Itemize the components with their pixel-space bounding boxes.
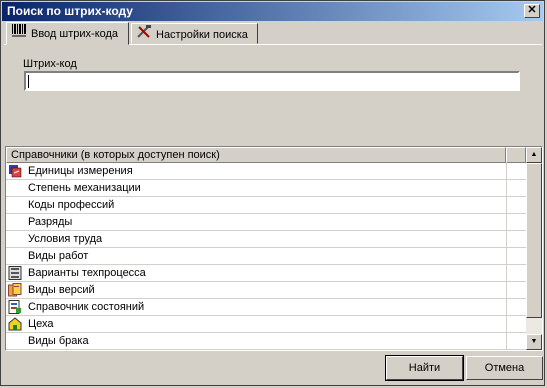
column-separator bbox=[506, 248, 507, 265]
tools-icon bbox=[136, 24, 152, 46]
list-item-label: Степень механизации bbox=[28, 182, 141, 194]
column-separator bbox=[506, 265, 507, 282]
list-item-label: Коды профессий bbox=[28, 199, 115, 211]
column-separator bbox=[506, 316, 507, 333]
column-separator bbox=[506, 282, 507, 299]
column-separator bbox=[506, 299, 507, 316]
list-item[interactable]: Справочник состояний bbox=[6, 299, 526, 316]
list-item-label: Виды работ bbox=[28, 250, 89, 262]
column-separator bbox=[506, 197, 507, 214]
title-bar: Поиск по штрих-коду ✕ bbox=[2, 2, 543, 21]
tab-barcode-entry-label: Ввод штрих-кода bbox=[31, 27, 119, 40]
barcode-icon bbox=[11, 23, 27, 45]
list-item-label: Варианты техпроцесса bbox=[28, 267, 146, 279]
list-item[interactable]: Варианты техпроцесса bbox=[6, 265, 526, 282]
tab-barcode-entry[interactable]: Ввод штрих-кода bbox=[6, 22, 129, 45]
workshop-icon bbox=[8, 317, 22, 331]
window-title: Поиск по штрих-коду bbox=[7, 4, 133, 18]
scroll-up-button[interactable]: ▲ bbox=[526, 147, 542, 163]
search-by-barcode-dialog: Поиск по штрих-коду ✕ Ввод штрих-кода На… bbox=[0, 0, 545, 386]
scroll-thumb[interactable] bbox=[526, 163, 542, 318]
list-item-label: Условия труда bbox=[28, 233, 103, 245]
column-separator bbox=[506, 333, 507, 350]
tab-panel bbox=[4, 44, 542, 141]
versions-icon bbox=[8, 283, 22, 297]
column-separator bbox=[506, 163, 507, 180]
list-item[interactable]: Единицы измерения bbox=[6, 163, 526, 180]
list-item[interactable]: Виды версий bbox=[6, 282, 526, 299]
cancel-button[interactable]: Отмена bbox=[466, 356, 543, 380]
text-caret bbox=[28, 75, 29, 88]
scroll-down-button[interactable]: ▼ bbox=[526, 334, 542, 350]
list-item[interactable]: Цеха bbox=[6, 316, 526, 333]
process-icon bbox=[8, 266, 22, 280]
vertical-scrollbar[interactable]: ▲ ▼ bbox=[526, 147, 542, 350]
units-icon bbox=[8, 164, 22, 178]
tab-search-settings[interactable]: Настройки поиска bbox=[131, 23, 258, 44]
list-item-label: Виды версий bbox=[28, 284, 95, 296]
list-item[interactable]: Разряды bbox=[6, 214, 526, 231]
column-separator bbox=[506, 231, 507, 248]
list-item[interactable]: Коды профессий bbox=[6, 197, 526, 214]
column-separator bbox=[506, 214, 507, 231]
states-icon bbox=[8, 300, 22, 314]
tab-search-settings-label: Настройки поиска bbox=[156, 28, 248, 41]
barcode-input[interactable] bbox=[24, 71, 520, 91]
directories-list[interactable]: Справочники (в которых доступен поиск) Е… bbox=[5, 146, 543, 351]
directories-column-header-extra[interactable] bbox=[506, 147, 526, 163]
list-item-label: Единицы измерения bbox=[28, 165, 133, 177]
find-button[interactable]: Найти bbox=[385, 355, 464, 381]
list-item-label: Виды брака bbox=[28, 335, 89, 347]
barcode-label: Штрих-код bbox=[23, 58, 77, 70]
directories-column-header[interactable]: Справочники (в которых доступен поиск) bbox=[6, 147, 506, 163]
list-item-label: Цеха bbox=[28, 318, 54, 330]
close-button[interactable]: ✕ bbox=[524, 4, 540, 18]
list-item[interactable]: Виды брака bbox=[6, 333, 526, 350]
list-item[interactable]: Степень механизации bbox=[6, 180, 526, 197]
list-item[interactable]: Условия труда bbox=[6, 231, 526, 248]
column-separator bbox=[506, 180, 507, 197]
list-item-label: Справочник состояний bbox=[28, 301, 145, 313]
list-item-label: Разряды bbox=[28, 216, 73, 228]
list-item[interactable]: Виды работ bbox=[6, 248, 526, 265]
